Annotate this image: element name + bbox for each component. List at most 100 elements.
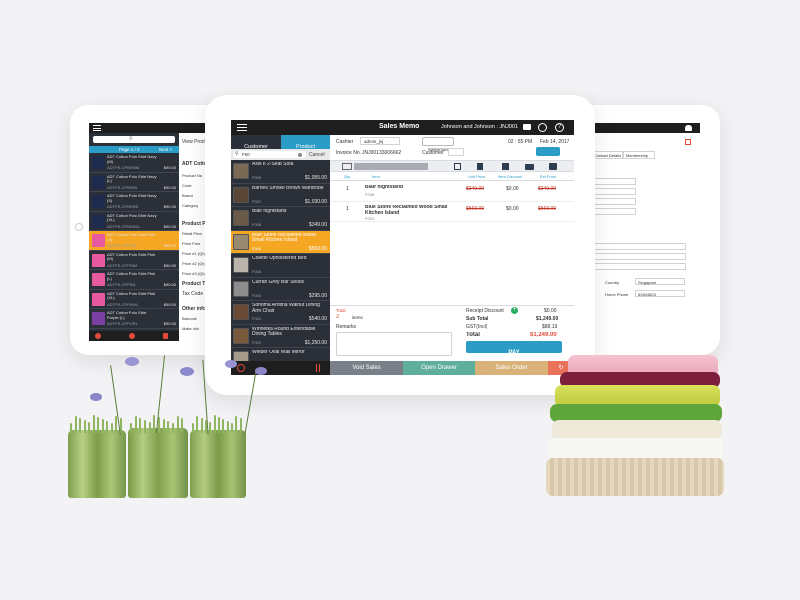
- product-name: ADT Cotton Polo Shirt Pink (XL): [107, 291, 156, 300]
- product-price: $90.00: [163, 184, 176, 190]
- cashier-field[interactable]: admin_jnj: [360, 137, 400, 145]
- customer-select[interactable]: [448, 148, 464, 156]
- address-field-1[interactable]: [591, 243, 686, 250]
- list-item[interactable]: Blue Stone Reclaimed Wood Small Kitchen …: [231, 230, 330, 254]
- list-item[interactable]: ADT Cotton Polo Shirt Navy (XL) ADTPS-CPB…: [89, 212, 179, 231]
- left-product-list: ADT Cotton Polo Shirt Navy (M) ADTPS-CPBR…: [89, 153, 179, 331]
- other-field-label: Make info: [182, 326, 200, 331]
- col-item: Item: [372, 174, 380, 179]
- list-item[interactable]: ADT Cotton Polo Shirt Pink (XL) ADTPS-CPP…: [89, 290, 179, 309]
- trash-icon[interactable]: [163, 333, 168, 339]
- users-icon[interactable]: [685, 125, 692, 131]
- tab-membership[interactable]: Membership: [623, 151, 655, 159]
- list-item[interactable]: ADT Cotton Polo Shirt Navy (M) ADTPS-CPBR…: [89, 153, 179, 173]
- line-item-sku: F008: [365, 192, 375, 197]
- list-item[interactable]: ADT Cotton Polo Shirt Pink (S) ADTPS-CPPI…: [89, 231, 179, 251]
- line-qty: 1: [346, 206, 349, 212]
- folder-icon[interactable]: [525, 164, 534, 170]
- stem: [244, 370, 257, 435]
- open-drawer-button[interactable]: Open Drawer: [403, 361, 475, 375]
- country-label: Country: [605, 280, 620, 285]
- address-field-3[interactable]: [591, 263, 686, 270]
- table-row[interactable]: 1 Blue Stone Reclaimed Wood Small Kitchen…: [330, 203, 574, 222]
- save-icon[interactable]: [502, 163, 509, 170]
- product-price: $90.00: [163, 301, 176, 307]
- pay-label: PAY: [508, 350, 520, 356]
- edit-icon[interactable]: [685, 139, 691, 145]
- sales-order-button[interactable]: Sales Order: [475, 361, 548, 375]
- product-search-input[interactable]: ⚲ F00: [233, 151, 306, 158]
- home-button[interactable]: [75, 223, 83, 231]
- customer-label: Customer: [422, 150, 444, 156]
- download-icon[interactable]: [129, 333, 135, 339]
- cancel-search-button[interactable]: Cancel: [309, 152, 325, 158]
- col-ext-price: Ext Price: [540, 174, 557, 179]
- list-item[interactable]: Axis II 2-Seat Sofa F009 $1,055.00: [231, 160, 330, 184]
- home-phone-input[interactable]: 63404803: [635, 290, 685, 297]
- clear-search-icon[interactable]: [298, 152, 302, 157]
- add-discount-icon[interactable]: +: [511, 307, 518, 314]
- product-name: Curran Grey Bar Stools: [252, 279, 304, 285]
- product-thumbnail: [233, 257, 249, 273]
- gst-value: $88.19: [542, 324, 558, 330]
- close-box-icon[interactable]: [454, 163, 461, 170]
- list-item[interactable]: ADT Cotton Polo Shirt Pink (L) ADTPS-CPPI…: [89, 270, 179, 290]
- list-item[interactable]: ADT Cotton Polo Shirt Pink (M) ADTPS-CPPI…: [89, 251, 179, 270]
- minus-icon[interactable]: [538, 123, 547, 132]
- next-page-button[interactable]: Next >: [159, 147, 172, 152]
- add-icon[interactable]: [95, 333, 101, 339]
- printer-icon[interactable]: [523, 124, 531, 130]
- list-item[interactable]: Curran Grey Bar Stools F003 $295.00: [231, 278, 330, 301]
- pricing-field-label: Price Free: [182, 241, 201, 246]
- gst-label: GST(Incl): [466, 324, 488, 330]
- pay-button[interactable]: PAY: [466, 341, 562, 356]
- tab-product[interactable]: Product: [281, 135, 330, 150]
- contact-field-3[interactable]: [591, 198, 636, 205]
- list-item[interactable]: Barnes Smoke Brown Wardrobe F007 $1,030.00: [231, 184, 330, 207]
- sort-toggle-icon[interactable]: [316, 364, 320, 372]
- country-select[interactable]: Singapore: [635, 278, 685, 285]
- search-input[interactable]: ⚲: [93, 136, 175, 143]
- product-thumbnail: [233, 186, 249, 203]
- table-row[interactable]: 1 Blair nightstand F008 $349.00 $0.00 $349.00: [330, 183, 574, 202]
- list-item[interactable]: Blair nightstand F008 $349.00: [231, 207, 330, 231]
- barcode-input[interactable]: [354, 163, 428, 170]
- product-sku: ADTPS-CPBRNL: [107, 184, 138, 190]
- list-item[interactable]: ADT Cotton Polo Shirt Navy (S) ADTPS-CPBR…: [89, 192, 179, 212]
- list-item[interactable]: Colette Upholstered Bed F006: [231, 254, 330, 278]
- product-thumbnail: [233, 233, 249, 250]
- receipt-discount-label: Receipt Discount: [466, 308, 504, 314]
- list-item[interactable]: ADT Cotton Polo Shirt Purple (L) ADTPS-CP…: [89, 309, 179, 329]
- tab-customer[interactable]: Customer: [231, 135, 281, 150]
- contact-field-1[interactable]: [591, 178, 636, 185]
- detail-field-label: Category: [182, 203, 199, 208]
- list-item[interactable]: Winnetka Round Extendable Dining Tables F…: [231, 325, 330, 348]
- grand-total-value: $1,249.00: [530, 332, 557, 338]
- line-unit-price: $349.00: [466, 186, 485, 192]
- calculator-icon[interactable]: [477, 163, 483, 170]
- salesman-button[interactable]: Salesman: [422, 137, 454, 152]
- help-icon[interactable]: ?: [555, 123, 564, 132]
- address-field-2[interactable]: [591, 253, 686, 260]
- menu-icon[interactable]: [93, 125, 101, 131]
- product-price: $295.00: [308, 292, 327, 299]
- sort-button[interactable]: Sort: [536, 147, 560, 161]
- subtotal-value: $1,249.00: [536, 316, 559, 322]
- menu-icon[interactable]: [237, 124, 247, 131]
- other-field-label: Barcode: [182, 316, 197, 321]
- list-item[interactable]: ADT Cotton Polo Shirt Navy (L) ADTPS-CPBR…: [89, 173, 179, 192]
- home-phone-label: Home Phone: [605, 292, 629, 297]
- grass-blade: [74, 416, 77, 433]
- detail-title: ADT Cotto: [182, 161, 207, 167]
- contact-field-2[interactable]: [591, 188, 636, 195]
- contact-field-4[interactable]: [591, 208, 636, 215]
- tab-contact-details[interactable]: Contact Details: [591, 151, 623, 159]
- main-top-bar: Sales Memo Johnson and Johnson : JNJ001 …: [231, 120, 574, 135]
- barcode-scan-icon[interactable]: [342, 163, 352, 170]
- product-sku: ADTPS-CPBRNXL: [107, 223, 141, 229]
- void-sales-button[interactable]: Void Sales: [330, 361, 403, 375]
- main-bottom-bar: Void Sales Open Drawer Sales Order ↻: [231, 361, 574, 375]
- print-icon[interactable]: [549, 163, 557, 170]
- list-item[interactable]: Sonoma Arotina Walnut Dining Arm Chair F0…: [231, 301, 330, 325]
- remarks-input[interactable]: [336, 332, 452, 356]
